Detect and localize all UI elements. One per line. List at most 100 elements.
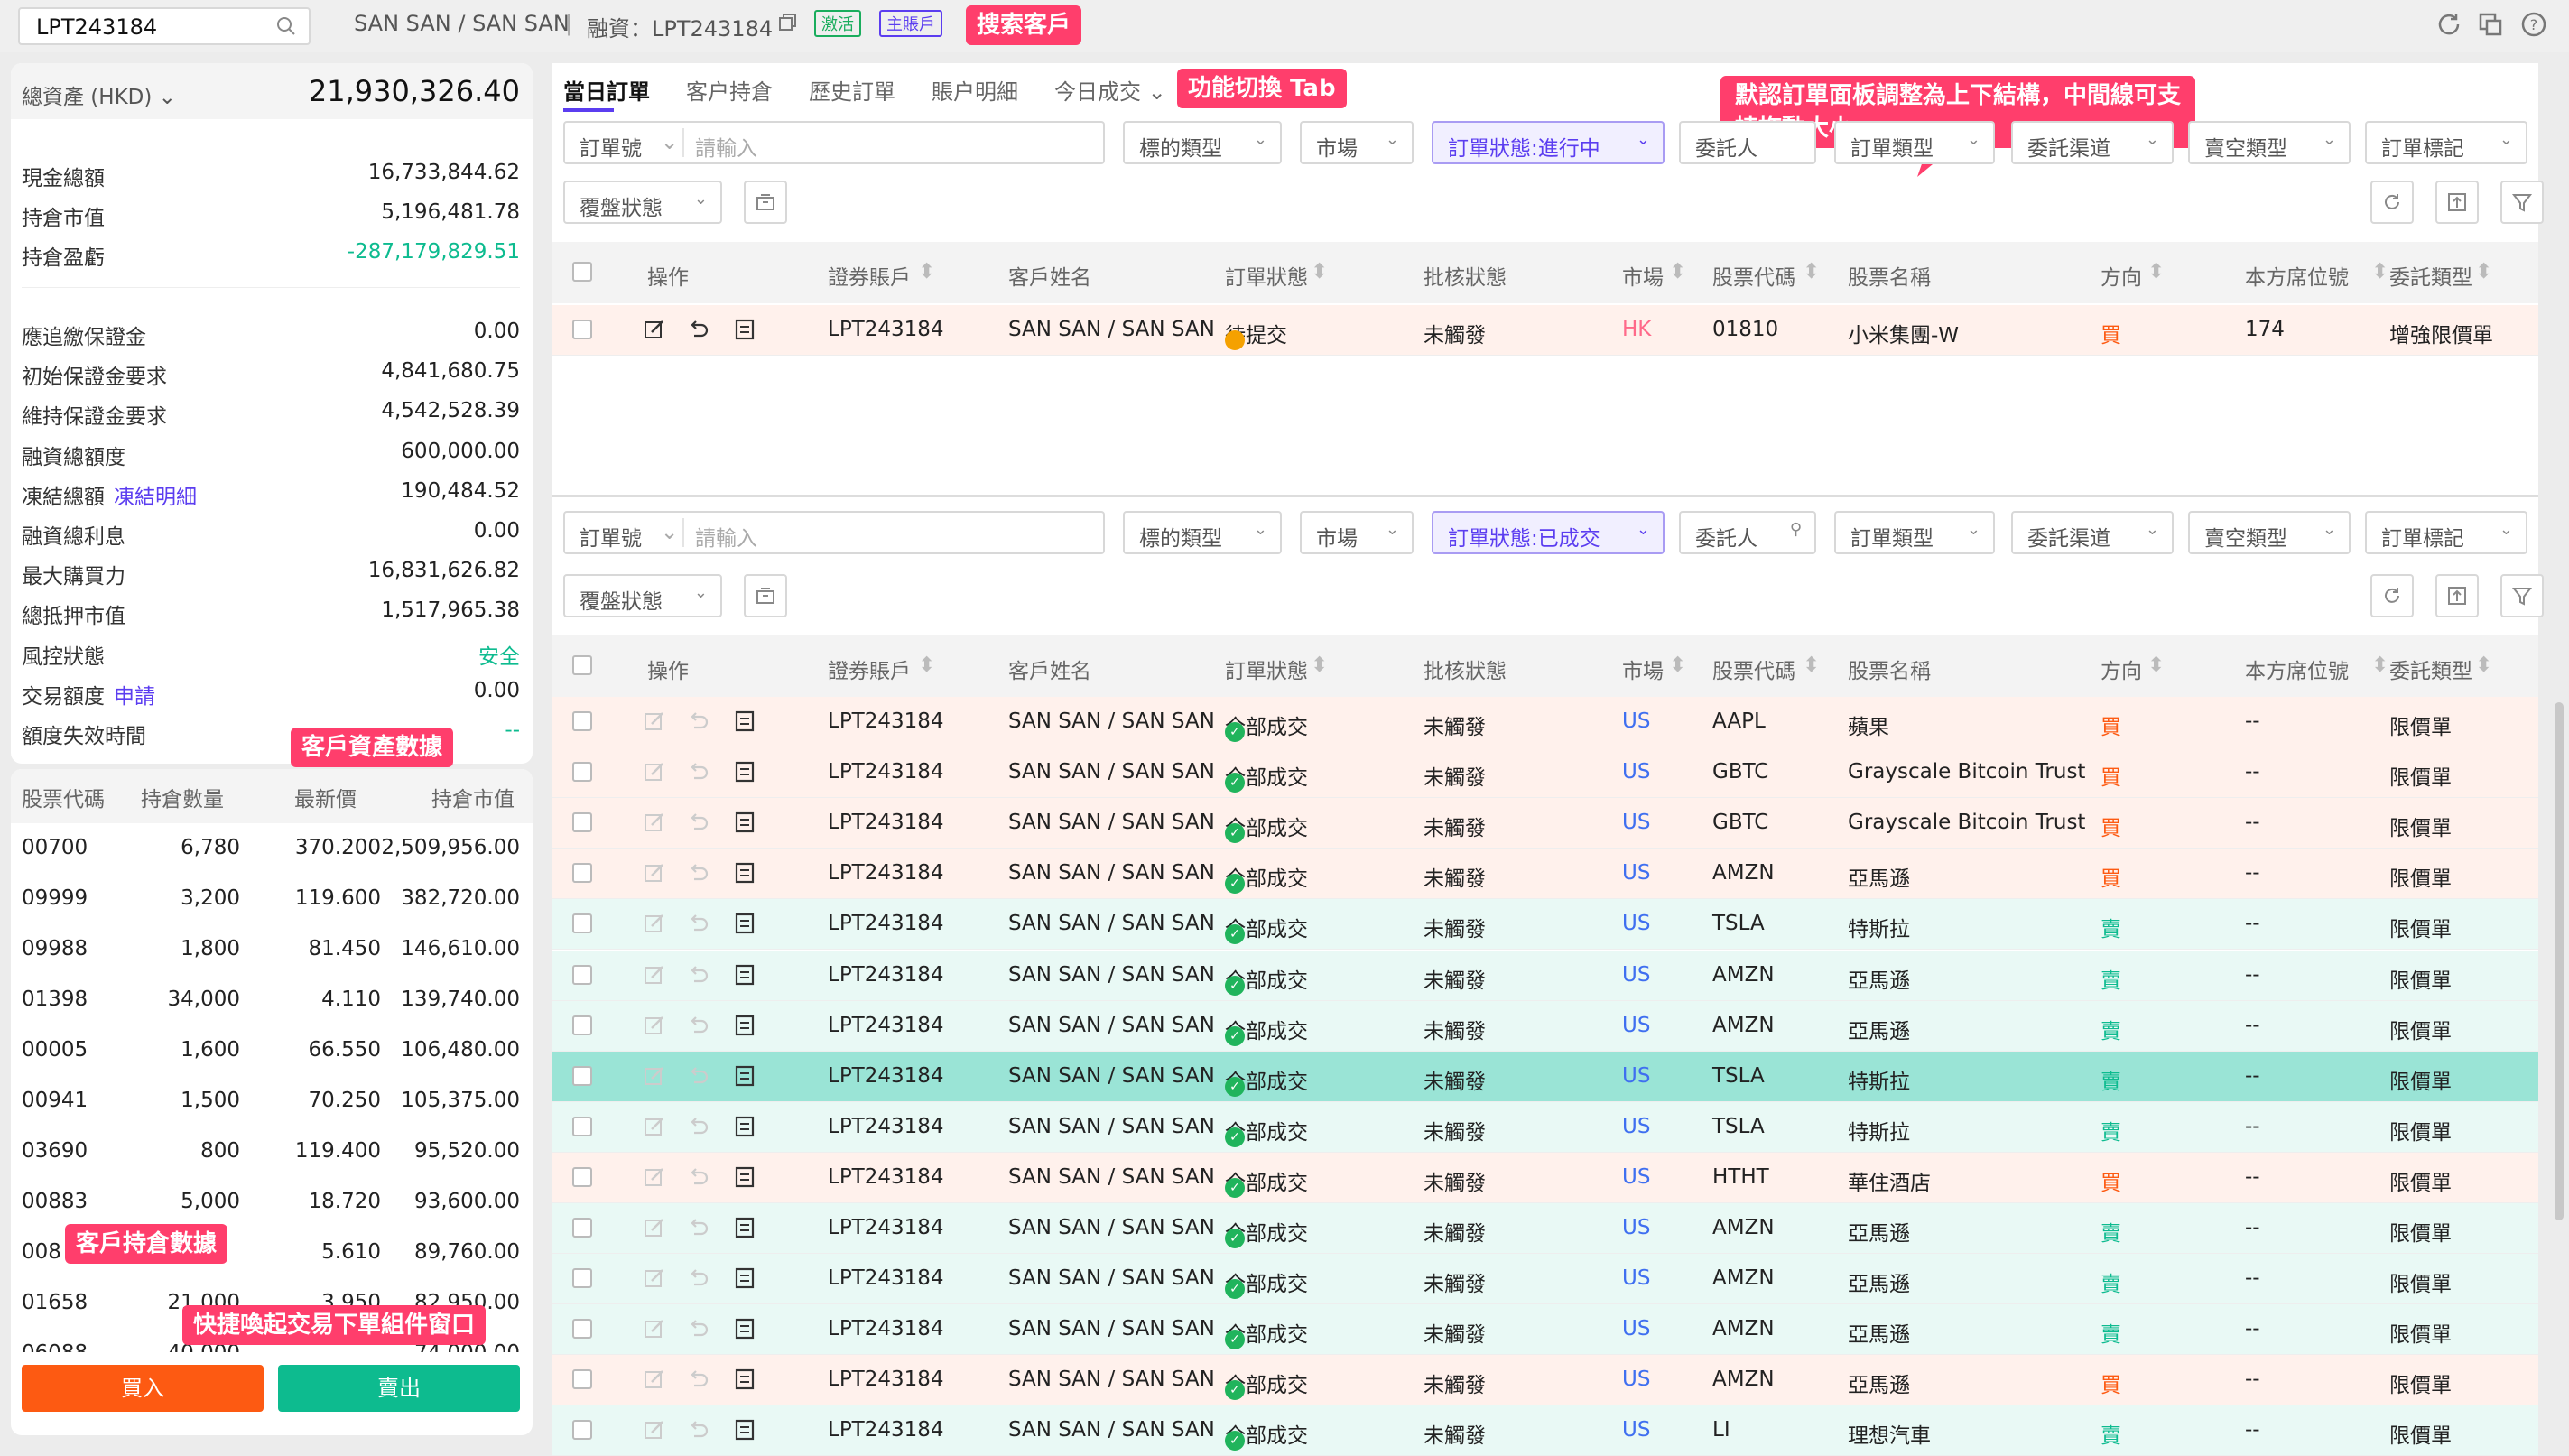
order-row[interactable]: LPT243184 SAN SAN / SAN SAN 未觸發 US AMZN 亞馬遜 買 -… (552, 1355, 2538, 1406)
order-row[interactable]: LPT243184 SAN SAN / SAN SAN 未觸發 US TSLA 特斯拉 賣 -… (552, 899, 2538, 951)
row-checkbox[interactable] (572, 1116, 592, 1136)
cancel-order-icon[interactable] (686, 1064, 709, 1093)
cancel-order-icon[interactable] (686, 1165, 709, 1194)
holding-row[interactable]: 09988 1,800 81.450 146,610.00 (22, 924, 520, 975)
order-row[interactable]: LPT243184 SAN SAN / SAN SAN 未觸發 US AMZN 亞馬遜 賣 -… (552, 1254, 2538, 1305)
table-scrollbar[interactable] (2555, 702, 2564, 1220)
edit-order-icon[interactable] (643, 1165, 666, 1194)
order-detail-icon[interactable] (733, 1368, 756, 1396)
top-filter-order-tag[interactable]: 訂單標記 ⌄ (2365, 121, 2527, 164)
top-refresh-button[interactable] (2370, 181, 2414, 224)
edit-order-icon[interactable] (643, 1064, 666, 1093)
row-checkbox[interactable] (572, 913, 592, 934)
bottom-filter-client[interactable]: 委託人 ⚲ (1679, 511, 1816, 554)
cancel-order-icon[interactable] (686, 1368, 709, 1396)
select-all-checkbox[interactable] (572, 655, 592, 675)
holding-row[interactable]: 09999 3,200 119.600 382,720.00 (22, 874, 520, 924)
cancel-order-icon[interactable] (686, 963, 709, 992)
row-checkbox[interactable] (572, 1166, 592, 1187)
bottom-filter-short-type[interactable]: 賣空類型 ⌄ (2188, 511, 2351, 554)
order-detail-icon[interactable] (733, 1418, 756, 1447)
holding-row[interactable]: 00005 1,600 66.550 106,480.00 (22, 1025, 520, 1076)
order-row[interactable]: LPT243184 SAN SAN / SAN SAN 未觸發 US AMZN 亞馬遜 賣 -… (552, 950, 2538, 1001)
bottom-filter-status[interactable]: 訂單狀態:已成交 ⌄ (1432, 511, 1665, 554)
order-detail-icon[interactable] (733, 318, 756, 347)
top-filter-status[interactable]: 訂單狀態:進行中 ⌄ (1432, 121, 1665, 164)
top-filter-asset-type[interactable]: 標的類型 ⌄ (1123, 121, 1282, 164)
edit-order-icon[interactable] (643, 1216, 666, 1245)
cancel-order-icon[interactable] (686, 1418, 709, 1447)
order-row[interactable]: LPT243184 SAN SAN / SAN SAN 未觸發 US GBTC Grays… (552, 798, 2538, 849)
row-checkbox[interactable] (572, 762, 592, 783)
order-detail-icon[interactable] (733, 811, 756, 839)
edit-order-icon[interactable] (643, 811, 666, 839)
order-detail-icon[interactable] (733, 1216, 756, 1245)
copy-icon[interactable] (778, 13, 798, 32)
row-checkbox[interactable] (572, 863, 592, 884)
order-row[interactable]: LPT243184 SAN SAN / SAN SAN 未觸發 US AMZN 亞馬遜 賣 -… (552, 1000, 2538, 1052)
order-row[interactable]: LPT243184 SAN SAN / SAN SAN 未觸發 US AMZN 亞馬遜 賣 -… (552, 1203, 2538, 1254)
select-all-checkbox[interactable] (572, 262, 592, 282)
bottom-filter-button[interactable] (2500, 574, 2544, 617)
asset-link[interactable]: 申請 (114, 679, 155, 709)
row-checkbox[interactable] (572, 1268, 592, 1289)
top-filter-market[interactable]: 市場 ⌄ (1300, 121, 1414, 164)
cancel-order-icon[interactable] (686, 1317, 709, 1346)
row-checkbox[interactable] (572, 1065, 592, 1086)
edit-order-icon[interactable] (643, 963, 666, 992)
cancel-order-icon[interactable] (686, 1266, 709, 1295)
order-row[interactable]: LPT243184 SAN SAN / SAN SAN 未觸發 US GBTC Grays… (552, 747, 2538, 799)
bottom-export-button[interactable] (2435, 574, 2479, 617)
holding-row[interactable]: 00883 5,000 18.720 93,600.00 (22, 1177, 520, 1228)
top-archive-button[interactable] (744, 181, 787, 224)
holding-row[interactable]: 01398 34,000 4.110 139,740.00 (22, 975, 520, 1025)
bottom-filter-order-tag[interactable]: 訂單標記 ⌄ (2365, 511, 2527, 554)
panel-resize-divider[interactable] (552, 495, 2538, 497)
top-filter-button[interactable] (2500, 181, 2544, 224)
holding-row[interactable]: 00700 6,780 370.200 2,509,956.00 (22, 823, 520, 874)
order-row[interactable]: LPT243184 SAN SAN / SAN SAN 未觸發 US AAPL 蘋果 買 --… (552, 697, 2538, 747)
row-checkbox[interactable] (572, 320, 592, 339)
edit-order-icon[interactable] (643, 912, 666, 941)
row-checkbox[interactable] (572, 711, 592, 731)
row-checkbox[interactable] (572, 1218, 592, 1238)
refresh-icon[interactable] (2435, 11, 2462, 38)
holding-row[interactable]: 03690 800 119.400 95,520.00 (22, 1127, 520, 1177)
bottom-refresh-button[interactable] (2370, 574, 2414, 617)
order-detail-icon[interactable] (733, 912, 756, 941)
asset-link[interactable]: 凍結明細 (114, 479, 197, 510)
top-filter-review[interactable]: 覆盤狀態 ⌄ (563, 181, 722, 224)
top-order-no-input[interactable]: 訂單號 ⌄ 請輸入 (563, 121, 1105, 164)
cancel-order-icon[interactable] (686, 760, 709, 789)
edit-order-icon[interactable] (643, 318, 666, 347)
edit-order-icon[interactable] (643, 1266, 666, 1295)
order-row[interactable]: LPT243184 SAN SAN / SAN SAN 未觸發 US TSLA 特斯拉 賣 -… (552, 1051, 2538, 1102)
row-checkbox[interactable] (572, 812, 592, 833)
row-checkbox[interactable] (572, 1420, 592, 1441)
holding-row[interactable]: 00941 1,500 70.250 105,375.00 (22, 1076, 520, 1127)
tab-history[interactable]: 歷史訂單 (809, 74, 895, 106)
bottom-filter-channel[interactable]: 委託渠道 ⌄ (2011, 511, 2174, 554)
edit-order-icon[interactable] (643, 1014, 666, 1043)
buy-button[interactable]: 買入 (22, 1365, 264, 1412)
bottom-order-no-input[interactable]: 訂單號 ⌄ 請輸入 (563, 511, 1105, 554)
order-detail-icon[interactable] (733, 1014, 756, 1043)
edit-order-icon[interactable] (643, 1115, 666, 1144)
order-detail-icon[interactable] (733, 861, 756, 890)
edit-order-icon[interactable] (643, 861, 666, 890)
tab-today-trades[interactable]: 今日成交 ⌄ (1054, 74, 1166, 106)
order-detail-icon[interactable] (733, 760, 756, 789)
window-icon[interactable] (2477, 11, 2504, 38)
order-detail-icon[interactable] (733, 1115, 756, 1144)
tab-account-detail[interactable]: 賬户明細 (932, 74, 1018, 106)
cancel-order-icon[interactable] (686, 1115, 709, 1144)
order-row[interactable]: LPT243184 SAN SAN / SAN SAN 未觸發 US HTHT 華住酒店 買… (552, 1152, 2538, 1203)
row-checkbox[interactable] (572, 1369, 592, 1390)
search-icon[interactable] (276, 16, 296, 36)
cancel-order-icon[interactable] (686, 1216, 709, 1245)
order-detail-icon[interactable] (733, 1317, 756, 1346)
order-detail-icon[interactable] (733, 1165, 756, 1194)
order-row[interactable]: LPT243184 SAN SAN / SAN SAN 未觸發 HK 01810 小米集團… (552, 305, 2538, 356)
bottom-filter-asset-type[interactable]: 標的類型 ⌄ (1123, 511, 1282, 554)
order-detail-icon[interactable] (733, 709, 756, 738)
